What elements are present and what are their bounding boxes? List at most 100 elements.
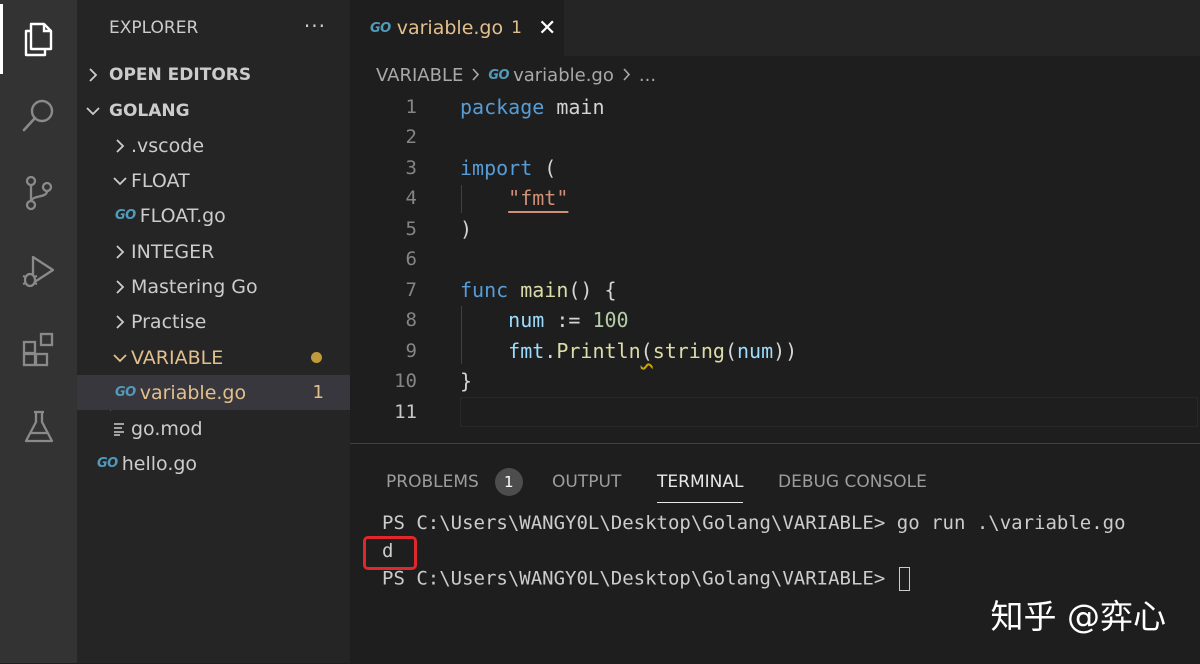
- tree-item-variable-folder[interactable]: VARIABLE: [77, 340, 350, 375]
- function-name: string: [652, 339, 725, 363]
- testing-icon[interactable]: [0, 392, 77, 462]
- tree-item-label: FLOAT.go: [139, 204, 226, 227]
- tree-item-label: VARIABLE: [131, 346, 224, 369]
- run-debug-icon[interactable]: [0, 236, 77, 306]
- tree-item-variable-go[interactable]: GO variable.go 1: [77, 375, 350, 410]
- tree-item-vscode[interactable]: .vscode: [77, 128, 350, 163]
- explorer-sidebar: EXPLORER ··· OPEN EDITORS GOLANG .vscode…: [77, 0, 350, 663]
- tree-item-label: Mastering Go: [131, 275, 258, 298]
- terminal-prompt[interactable]: PS C:\Users\WANGY0L\Desktop\Golang\VARIA…: [382, 567, 910, 591]
- close-icon[interactable]: ✕: [538, 16, 556, 41]
- go-file-icon: GO: [370, 20, 391, 36]
- function-name: main: [520, 278, 569, 302]
- problems-count-badge: 1: [494, 468, 523, 496]
- code-line: 7 func main() {: [350, 275, 1200, 305]
- breadcrumb-more[interactable]: ...: [639, 65, 656, 86]
- chevron-down-icon: [109, 352, 131, 364]
- chevron-down-icon: [77, 105, 109, 117]
- tree-item-label: INTEGER: [131, 240, 215, 263]
- tree-item-label: hello.go: [121, 452, 198, 475]
- identifier: main: [556, 95, 605, 119]
- tab-label: OUTPUT: [552, 472, 622, 492]
- punctuation: (: [724, 339, 737, 363]
- tree-item-label: .vscode: [131, 134, 205, 157]
- tree-item-hello-go[interactable]: GO hello.go: [77, 446, 350, 481]
- terminal-line: PS C:\Users\WANGY0L\Desktop\Golang\VARIA…: [382, 567, 897, 590]
- code-line: 9 fmt.Println(string(num)): [350, 336, 1200, 366]
- tree-item-label: go.mod: [131, 417, 203, 440]
- keyword: func: [460, 278, 509, 302]
- line-number: 2: [405, 126, 417, 148]
- tab-label: DEBUG CONSOLE: [778, 472, 927, 492]
- punctuation: )): [773, 339, 798, 363]
- tab-terminal[interactable]: TERMINAL: [657, 462, 744, 503]
- tab-problem-count: 1: [511, 18, 522, 38]
- tree-item-mastering-go[interactable]: Mastering Go: [77, 269, 350, 304]
- text-file-icon: [107, 422, 131, 436]
- extensions-icon[interactable]: [0, 314, 77, 384]
- watermark: 知乎 @弈心: [990, 597, 1167, 636]
- chevron-right-icon: [109, 279, 131, 294]
- tab-bar: GO variable.go 1 ✕: [350, 0, 1200, 56]
- terminal-line: PS C:\Users\WANGY0L\Desktop\Golang\VARIA…: [382, 512, 1126, 534]
- number-literal: 100: [592, 308, 629, 332]
- tree-item-integer[interactable]: INTEGER: [77, 234, 350, 269]
- chevron-right-icon: [109, 138, 131, 153]
- files-icon[interactable]: [0, 4, 77, 74]
- tree-item-label: FLOAT: [131, 169, 190, 192]
- tree-item-practise[interactable]: Practise: [77, 304, 350, 339]
- code-line: 3 import (: [350, 153, 1200, 183]
- tab-label: TERMINAL: [657, 472, 744, 492]
- punctuation: .: [544, 339, 557, 363]
- chevron-right-icon: [622, 65, 631, 86]
- go-file-icon: GO: [488, 67, 510, 83]
- code-line: 11: [350, 397, 1200, 427]
- code-line: 6: [350, 244, 1200, 274]
- editor: GO variable.go 1 ✕ VARIABLE GO variable.…: [350, 0, 1200, 443]
- line-number: 10: [394, 370, 417, 392]
- line-number: 11: [394, 401, 417, 423]
- explorer-title: EXPLORER: [109, 18, 199, 38]
- tree-item-go-mod[interactable]: go.mod: [77, 411, 350, 446]
- tab-variable-go[interactable]: GO variable.go 1 ✕: [350, 0, 564, 56]
- go-file-icon: GO: [115, 385, 136, 400]
- chevron-right-icon: [109, 244, 131, 259]
- code-line: 5 ): [350, 214, 1200, 244]
- line-number: 1: [405, 96, 417, 118]
- tab-label: variable.go: [396, 17, 504, 39]
- variable: num: [508, 308, 545, 332]
- punctuation: }: [460, 369, 473, 393]
- more-actions-icon[interactable]: ···: [304, 14, 326, 38]
- punctuation: (: [544, 156, 557, 180]
- line-number: 9: [405, 340, 417, 362]
- variable: num: [736, 339, 774, 363]
- open-editors-section[interactable]: OPEN EDITORS: [77, 57, 350, 92]
- tab-debug-console[interactable]: DEBUG CONSOLE: [778, 462, 927, 502]
- tree-item-label: variable.go: [139, 381, 247, 404]
- warning-squiggle: (: [640, 339, 653, 363]
- keyword: package: [460, 95, 545, 119]
- chevron-right-icon: [77, 67, 109, 82]
- tab-problems[interactable]: PROBLEMS 1: [386, 462, 523, 502]
- tree-item-float-folder[interactable]: FLOAT: [77, 163, 350, 198]
- keyword: import: [460, 156, 533, 180]
- tree-item-label: Practise: [131, 310, 207, 333]
- search-icon[interactable]: [0, 80, 77, 150]
- line-number: 5: [405, 218, 417, 240]
- code-line: 1 package main: [350, 92, 1200, 122]
- line-number: 4: [405, 187, 417, 209]
- code-line: 4 "fmt": [350, 183, 1200, 213]
- terminal-cursor: [898, 567, 910, 591]
- breadcrumb-folder[interactable]: VARIABLE: [376, 65, 463, 86]
- tree-item-float-go[interactable]: GO FLOAT.go: [77, 198, 350, 233]
- chevron-right-icon: [109, 314, 131, 329]
- line-number: 7: [405, 279, 417, 301]
- tab-label: PROBLEMS: [386, 472, 479, 492]
- breadcrumb-file[interactable]: variable.go: [513, 65, 614, 86]
- go-file-icon: GO: [115, 208, 136, 223]
- open-editors-label: OPEN EDITORS: [109, 64, 252, 85]
- source-control-icon[interactable]: [0, 158, 77, 228]
- tab-output[interactable]: OUTPUT: [552, 462, 621, 502]
- go-file-icon: GO: [97, 456, 118, 471]
- workspace-section[interactable]: GOLANG: [77, 93, 350, 128]
